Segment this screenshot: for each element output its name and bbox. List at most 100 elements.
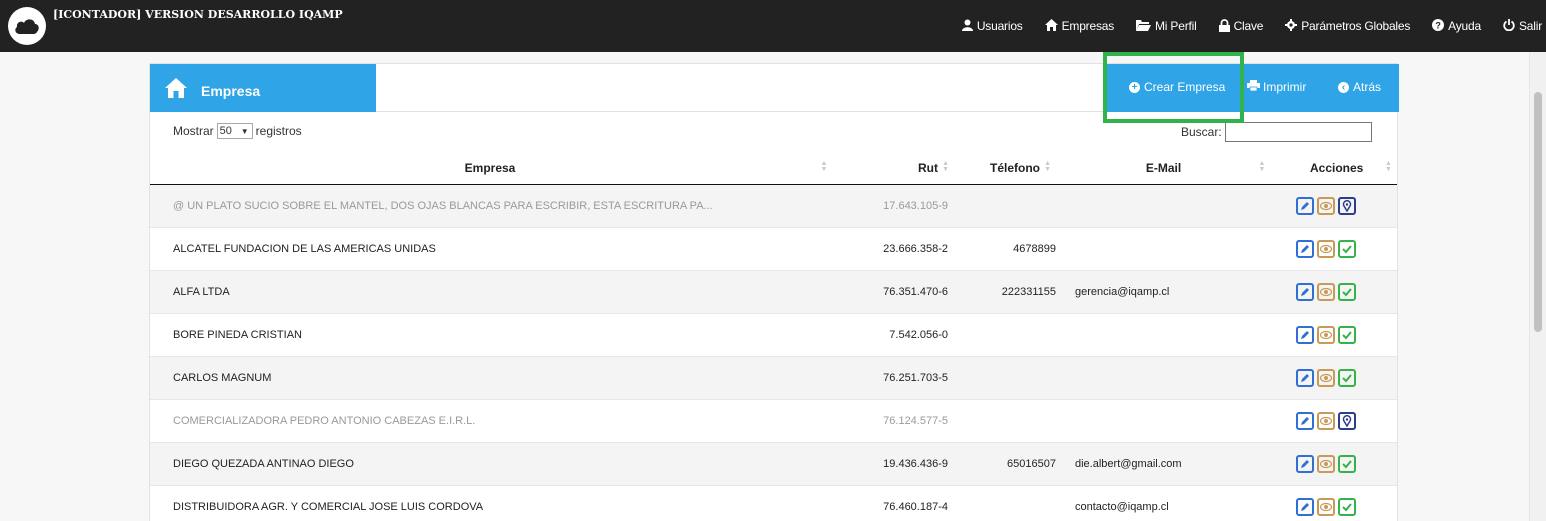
cell-telefono (960, 485, 1060, 521)
cell-telefono (960, 313, 1060, 357)
eye-icon[interactable] (1317, 282, 1335, 301)
nav-ayuda-label: Ayuda (1448, 19, 1481, 33)
sort-icon: ▲ ▼ (1385, 160, 1392, 173)
top-navbar: [ICONTADOR] VERSION DESARROLLO IQAMP Usu… (0, 0, 1546, 52)
eye-icon[interactable] (1317, 368, 1335, 387)
home-icon (1044, 19, 1058, 33)
atras-label: Atrás (1353, 80, 1382, 94)
cell-telefono: 222331155 (960, 270, 1060, 314)
eye-icon[interactable] (1317, 497, 1335, 516)
nav-salir-label: Salir (1518, 19, 1542, 33)
cell-telefono (960, 184, 1060, 228)
cell-rut: 76.251.703-5 (840, 356, 960, 400)
table-row[interactable]: DISTRIBUIDORA AGR. Y COMERCIAL JOSE LUIS… (150, 485, 1397, 521)
edit-icon[interactable] (1296, 454, 1314, 473)
nav-clave[interactable]: Clave (1218, 18, 1264, 34)
cell-telefono: 65016507 (960, 442, 1060, 486)
eye-icon[interactable] (1317, 325, 1335, 344)
column-header-telefono[interactable]: Télefono ▲ ▼ (960, 152, 1060, 185)
table-row[interactable]: COMERCIALIZADORA PEDRO ANTONIO CABEZAS E… (150, 399, 1397, 443)
edit-icon[interactable] (1296, 497, 1314, 516)
cell-email: gerencia@iqamp.cl (1060, 270, 1277, 314)
folder-icon (1136, 19, 1152, 33)
edit-icon[interactable] (1296, 196, 1314, 215)
sort-icon: ▲ ▼ (820, 160, 828, 173)
edit-icon[interactable] (1296, 282, 1314, 301)
cell-acciones (1277, 442, 1397, 486)
page-size-value: 50 (219, 125, 232, 137)
cell-telefono (960, 356, 1060, 400)
edit-icon[interactable] (1296, 411, 1314, 430)
gear-icon (1285, 19, 1298, 33)
eye-icon[interactable] (1317, 411, 1335, 430)
column-header-rut[interactable]: Rut ▲ ▼ (840, 152, 960, 185)
cell-empresa: ALCATEL FUNDACION DE LAS AMERICAS UNIDAS (150, 227, 840, 271)
page-scrollbar[interactable] (1529, 52, 1546, 521)
nav-empresas-label: Empresas (1061, 19, 1115, 33)
app-title: [ICONTADOR] VERSION DESARROLLO IQAMP (53, 8, 343, 21)
cell-telefono: 4678899 (960, 227, 1060, 271)
table-row[interactable]: ALFA LTDA 76.351.470-6 222331155 gerencia@i… (150, 270, 1397, 314)
check-icon[interactable] (1338, 239, 1356, 258)
imprimir-button[interactable]: Imprimir (1247, 80, 1306, 94)
check-icon[interactable] (1338, 454, 1356, 473)
cell-email (1060, 184, 1277, 228)
cell-acciones (1277, 356, 1397, 400)
map-pin-icon[interactable] (1338, 196, 1356, 215)
edit-icon[interactable] (1296, 368, 1314, 387)
show-prefix: Mostrar (173, 124, 214, 138)
nav-clave-label: Clave (1233, 19, 1264, 33)
scrollbar-thumb[interactable] (1534, 92, 1542, 332)
empresa-panel: Empresa + Crear Empresa Imprimir ‹ Atrás… (149, 63, 1399, 521)
crear-empresa-button[interactable]: + Crear Empresa (1129, 80, 1225, 94)
table-row[interactable]: @ UN PLATO SUCIO SOBRE EL MANTEL, DOS OJ… (150, 184, 1397, 228)
table-row[interactable]: CARLOS MAGNUM 76.251.703-5 (150, 356, 1397, 400)
table-row[interactable]: ALCATEL FUNDACION DE LAS AMERICAS UNIDAS… (150, 227, 1397, 271)
sort-icon: ▲ ▼ (1258, 160, 1266, 173)
nav-parametros-globales[interactable]: Parámetros Globales (1285, 19, 1410, 33)
sort-icon: ▲ ▼ (942, 160, 949, 173)
cell-rut: 7.542.056-0 (840, 313, 960, 357)
cell-email (1060, 227, 1277, 271)
cell-email: die.albert@gmail.com (1060, 442, 1277, 486)
nav-mi-perfil[interactable]: Mi Perfil (1136, 19, 1197, 33)
check-icon[interactable] (1338, 497, 1356, 516)
nav-mi-perfil-label: Mi Perfil (1155, 19, 1197, 33)
imprimir-label: Imprimir (1263, 80, 1307, 94)
nav-usuarios[interactable]: Usuarios (961, 19, 1023, 33)
column-header-email[interactable]: E-Mail ▲ ▼ (1060, 152, 1277, 185)
edit-icon[interactable] (1296, 239, 1314, 258)
atras-button[interactable]: ‹ Atrás (1338, 80, 1381, 94)
eye-icon[interactable] (1317, 196, 1335, 215)
eye-icon[interactable] (1317, 454, 1335, 473)
check-icon[interactable] (1338, 368, 1356, 387)
svg-text:?: ? (1436, 21, 1441, 31)
cell-acciones (1277, 227, 1397, 271)
column-header-acciones[interactable]: Acciones ▲ ▼ (1277, 152, 1397, 185)
cell-telefono (960, 399, 1060, 443)
nav-ayuda[interactable]: ? Ayuda (1432, 19, 1481, 33)
plus-circle-icon: + (1129, 81, 1140, 93)
map-pin-icon[interactable] (1338, 411, 1356, 430)
cell-empresa: CARLOS MAGNUM (150, 356, 840, 400)
cell-empresa: COMERCIALIZADORA PEDRO ANTONIO CABEZAS E… (150, 399, 840, 443)
check-icon[interactable] (1338, 282, 1356, 301)
column-header-empresa[interactable]: Empresa ▲ ▼ (150, 152, 840, 185)
check-icon[interactable] (1338, 325, 1356, 344)
table-row[interactable]: BORE PINEDA CRISTIAN 7.542.056-0 (150, 313, 1397, 357)
eye-icon[interactable] (1317, 239, 1335, 258)
cell-rut: 23.666.358-2 (840, 227, 960, 271)
search-input[interactable] (1224, 122, 1372, 142)
edit-icon[interactable] (1296, 325, 1314, 344)
page-size-select[interactable]: 50 ▼ (216, 123, 253, 139)
cell-acciones (1277, 313, 1397, 357)
cell-rut: 76.124.577-5 (840, 399, 960, 443)
nav-empresas[interactable]: Empresas (1044, 19, 1115, 33)
cell-rut: 76.351.470-6 (840, 270, 960, 314)
search-label: Buscar: (1181, 125, 1222, 139)
table-row[interactable]: DIEGO QUEZADA ANTINAO DIEGO 19.436.436-9 6… (150, 442, 1397, 486)
cloud-logo-icon[interactable] (8, 7, 46, 45)
nav-salir[interactable]: Salir (1503, 19, 1542, 33)
printer-icon (1247, 80, 1260, 94)
table-body: @ UN PLATO SUCIO SOBRE EL MANTEL, DOS OJ… (150, 184, 1397, 521)
